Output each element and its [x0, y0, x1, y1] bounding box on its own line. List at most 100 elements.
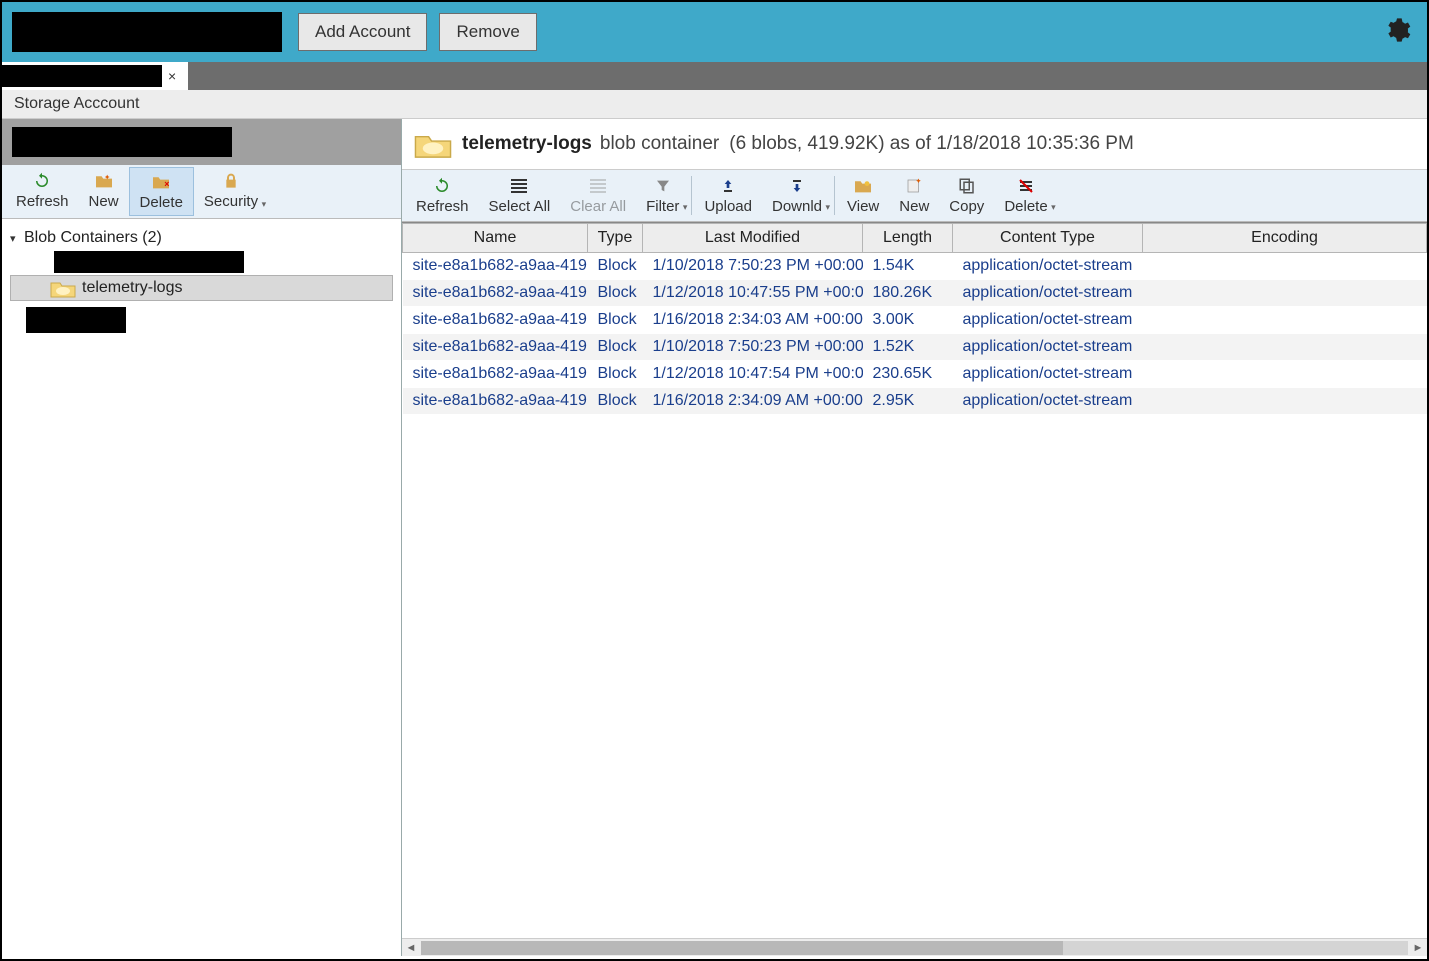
refresh-button[interactable]: Refresh [6, 167, 79, 216]
tree-item-label-redacted-2 [26, 307, 126, 333]
cell-content-type: application/octet-stream [953, 280, 1143, 307]
col-encoding[interactable]: Encoding [1143, 224, 1427, 253]
cell-modified: 1/12/2018 10:47:54 PM +00:00 [643, 361, 863, 388]
label: Downld [772, 198, 822, 215]
cell-encoding [1143, 361, 1427, 388]
container-stats: (6 blobs, 419.92K) as of 1/18/2018 10:35… [729, 133, 1134, 155]
add-account-button[interactable]: Add Account [298, 13, 427, 51]
tree-item-label-redacted [54, 251, 244, 273]
table-row[interactable]: site-e8a1b682-a9aa-419Block1/10/2018 7:5… [403, 253, 1427, 280]
table-row[interactable]: site-e8a1b682-a9aa-419Block1/16/2018 2:3… [403, 307, 1427, 334]
copy-icon [955, 176, 979, 196]
cell-modified: 1/16/2018 2:34:09 AM +00:00 [643, 388, 863, 415]
refresh-icon [430, 176, 454, 196]
label: Copy [949, 198, 984, 215]
cell-content-type: application/octet-stream [953, 361, 1143, 388]
tree-root[interactable]: ▾ Blob Containers (2) [10, 227, 393, 249]
cell-encoding [1143, 388, 1427, 415]
new-icon [902, 176, 926, 196]
delete-button[interactable]: × Delete [129, 167, 194, 216]
view-icon [851, 176, 875, 196]
dropdown-icon[interactable]: ▾ [1051, 202, 1056, 213]
dropdown-icon[interactable]: ▾ [825, 202, 830, 213]
download-button[interactable]: Downld ▾ [762, 172, 832, 219]
table-row[interactable]: site-e8a1b682-a9aa-419Block1/16/2018 2:3… [403, 388, 1427, 415]
col-type[interactable]: Type [588, 224, 643, 253]
refresh-button[interactable]: Refresh [406, 172, 479, 219]
lock-icon [219, 171, 243, 191]
scroll-right-icon[interactable]: ► [1409, 942, 1427, 954]
view-button[interactable]: View [837, 172, 889, 219]
chevron-down-icon[interactable]: ▾ [10, 232, 24, 245]
cell-length: 2.95K [863, 388, 953, 415]
tree-item-redacted-2[interactable] [10, 305, 393, 335]
cell-modified: 1/16/2018 2:34:03 AM +00:00 [643, 307, 863, 334]
cell-encoding [1143, 334, 1427, 361]
col-content-type[interactable]: Content Type [953, 224, 1143, 253]
delete-label: Delete [140, 194, 183, 211]
tab-strip: × [2, 62, 1427, 90]
filter-button[interactable]: Filter ▾ [636, 172, 689, 219]
new-folder-icon [92, 171, 116, 191]
col-name[interactable]: Name [403, 224, 588, 253]
cell-type: Block [588, 253, 643, 280]
scroll-left-icon[interactable]: ◄ [402, 942, 420, 954]
horizontal-scrollbar[interactable]: ◄ ► [402, 938, 1427, 956]
table-row[interactable]: site-e8a1b682-a9aa-419Block1/12/2018 10:… [403, 361, 1427, 388]
security-button[interactable]: Security ▾ [194, 167, 268, 216]
container-type: blob container [600, 133, 719, 155]
account-row[interactable] [2, 119, 401, 165]
cell-content-type: application/octet-stream [953, 334, 1143, 361]
tab-label-redacted [2, 65, 162, 87]
copy-button[interactable]: Copy [939, 172, 994, 219]
tree-item-redacted[interactable] [10, 249, 393, 275]
select-all-icon [507, 176, 531, 196]
tree-item-telemetry-logs[interactable]: telemetry-logs [10, 275, 393, 301]
col-modified[interactable]: Last Modified [643, 224, 863, 253]
scroll-track[interactable] [421, 941, 1408, 955]
delete-blob-button[interactable]: Delete ▾ [994, 172, 1057, 219]
label: Filter [646, 198, 679, 215]
close-icon[interactable]: × [162, 68, 182, 84]
select-all-button[interactable]: Select All [479, 172, 561, 219]
cell-type: Block [588, 307, 643, 334]
new-button[interactable]: New [79, 167, 129, 216]
cell-encoding [1143, 307, 1427, 334]
gear-icon[interactable] [1383, 16, 1411, 49]
upload-icon [716, 176, 740, 196]
cell-name: site-e8a1b682-a9aa-419 [403, 307, 588, 334]
right-toolbar: Refresh Select All Clear All Filter ▾ Up… [402, 169, 1427, 222]
refresh-label: Refresh [16, 193, 69, 210]
new-blob-button[interactable]: New [889, 172, 939, 219]
delete-icon [1014, 176, 1038, 196]
col-length[interactable]: Length [863, 224, 953, 253]
remove-account-button[interactable]: Remove [439, 13, 536, 51]
cell-name: site-e8a1b682-a9aa-419 [403, 361, 588, 388]
label: Delete [1004, 198, 1047, 215]
cell-length: 230.65K [863, 361, 953, 388]
table-row[interactable]: site-e8a1b682-a9aa-419Block1/12/2018 10:… [403, 280, 1427, 307]
breadcrumb: Storage Acccount [2, 90, 1427, 119]
cell-length: 180.26K [863, 280, 953, 307]
cell-type: Block [588, 361, 643, 388]
label: Clear All [570, 198, 626, 215]
tree-root-label: Blob Containers (2) [24, 229, 162, 247]
left-pane: Refresh New × Delete Security ▾ ▾ Blob C… [2, 119, 402, 956]
delete-folder-icon: × [149, 172, 173, 192]
new-label: New [89, 193, 119, 210]
download-icon [785, 176, 809, 196]
tab-active[interactable]: × [2, 62, 188, 90]
cell-name: site-e8a1b682-a9aa-419 [403, 334, 588, 361]
cell-content-type: application/octet-stream [953, 388, 1143, 415]
dropdown-icon[interactable]: ▾ [262, 199, 267, 210]
cell-type: Block [588, 280, 643, 307]
cell-name: site-e8a1b682-a9aa-419 [403, 280, 588, 307]
table-row[interactable]: site-e8a1b682-a9aa-419Block1/10/2018 7:5… [403, 334, 1427, 361]
blob-grid[interactable]: Name Type Last Modified Length Content T… [402, 222, 1427, 938]
scroll-thumb[interactable] [421, 941, 1063, 955]
upload-button[interactable]: Upload [694, 172, 762, 219]
container-name: telemetry-logs [462, 133, 592, 155]
cell-length: 3.00K [863, 307, 953, 334]
dropdown-icon[interactable]: ▾ [683, 202, 688, 213]
cell-type: Block [588, 388, 643, 415]
